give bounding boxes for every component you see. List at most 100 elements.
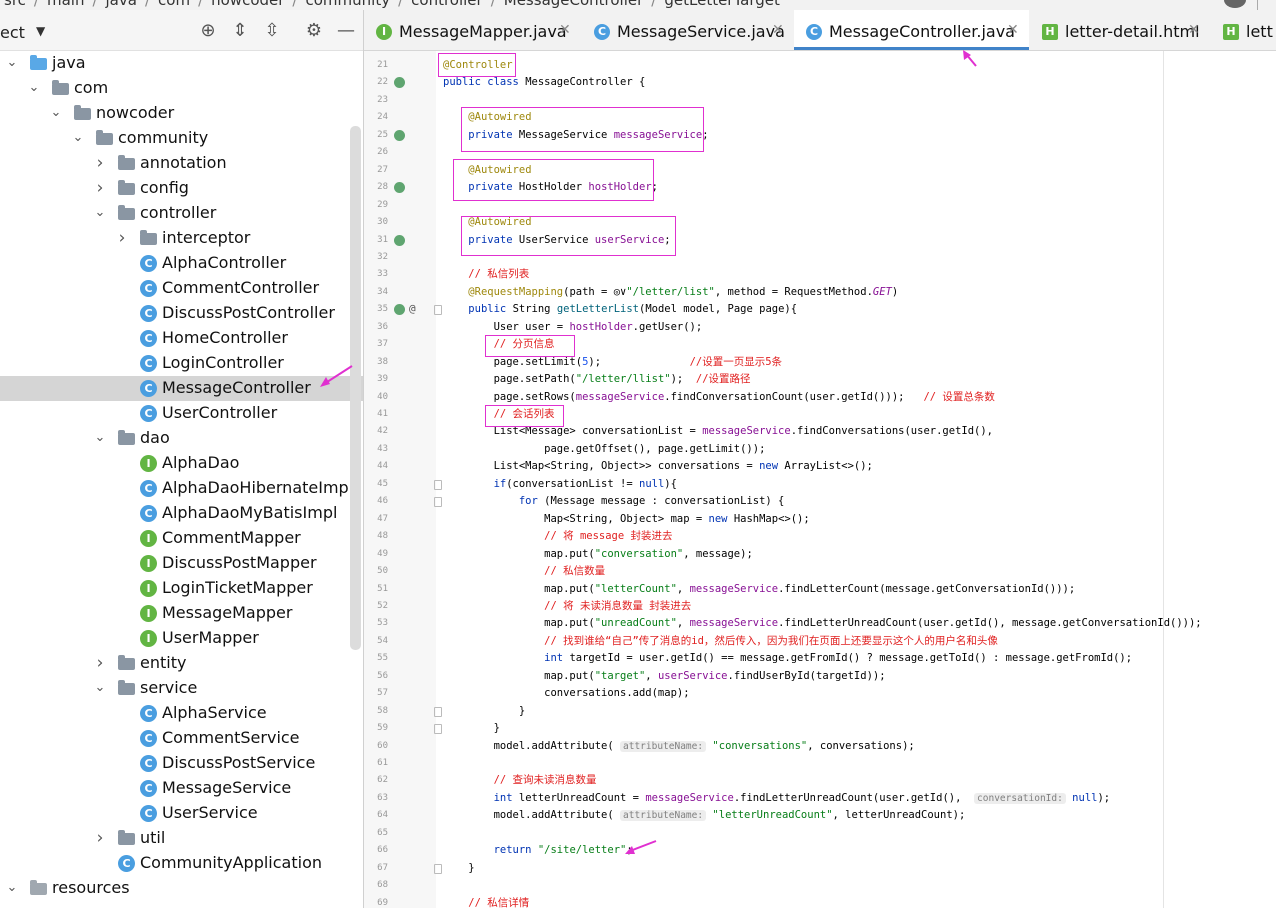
- spring-bean-icon[interactable]: [394, 182, 405, 194]
- package-icon: [118, 180, 135, 195]
- tree-item[interactable]: ⌄ com: [0, 76, 350, 101]
- expand-all-icon[interactable]: ⇕: [229, 20, 251, 42]
- tree-item[interactable]: C MessageController: [0, 376, 363, 401]
- code-token: User user =: [443, 320, 570, 333]
- tree-item[interactable]: ⌄ community: [0, 126, 350, 151]
- tree-item[interactable]: ⌄ service: [0, 676, 350, 701]
- tree-item[interactable]: ⌄ nowcoder: [0, 101, 350, 126]
- tree-item[interactable]: I LoginTicketMapper: [0, 576, 350, 601]
- fold-marker-icon[interactable]: [434, 479, 442, 490]
- chevron-down-icon[interactable]: ⌄: [27, 78, 41, 98]
- close-icon[interactable]: ✕: [1188, 22, 1200, 38]
- tree-item[interactable]: I CommentMapper: [0, 526, 350, 551]
- tree-item[interactable]: ⌄ resources: [0, 876, 350, 901]
- package-icon: [52, 80, 69, 95]
- tree-item[interactable]: › config: [0, 176, 350, 201]
- tree-item[interactable]: C HomeController: [0, 326, 350, 351]
- mapping-icon[interactable]: @: [409, 302, 416, 315]
- tree-item[interactable]: ⌄ controller: [0, 201, 350, 226]
- breadcrumb-item[interactable]: community: [305, 0, 390, 9]
- spring-bean-icon[interactable]: [394, 234, 405, 246]
- tree-item[interactable]: C UserController: [0, 401, 350, 426]
- editor-tab[interactable]: C MessageService.java ✕: [582, 10, 794, 50]
- tree-item[interactable]: C UserService: [0, 801, 350, 826]
- code-line: // 找到谁给“自己”传了消息的id，然后传入，因为我们在页面上还要显示这个人的…: [443, 634, 998, 648]
- class-icon: C: [140, 705, 157, 722]
- gear-icon[interactable]: ⚙: [303, 20, 325, 42]
- close-icon[interactable]: ✕: [1007, 22, 1019, 38]
- editor-tab[interactable]: Hlett: [1211, 10, 1276, 50]
- chevron-down-icon[interactable]: ⌄: [71, 128, 85, 148]
- breadcrumb-item[interactable]: main: [47, 0, 84, 9]
- tree-item[interactable]: › annotation: [0, 151, 350, 176]
- user-icon[interactable]: [1224, 0, 1246, 8]
- tree-item-label: AlphaDaoHibernateImpl: [162, 478, 354, 497]
- tree-item[interactable]: C AlphaService: [0, 701, 350, 726]
- chevron-right-icon[interactable]: ›: [93, 828, 107, 848]
- chevron-down-icon[interactable]: ⌄: [93, 428, 107, 448]
- fold-marker-icon[interactable]: [434, 497, 442, 508]
- spring-bean-icon[interactable]: [394, 129, 405, 141]
- breadcrumb-item[interactable]: com: [158, 0, 190, 9]
- editor-tab[interactable]: C MessageController.java ✕: [794, 10, 1029, 50]
- editor-tab[interactable]: Hletter-detail.html ✕: [1030, 10, 1210, 50]
- chevron-down-icon[interactable]: ⌄: [5, 878, 19, 898]
- tree-item[interactable]: C CommunityApplication: [0, 851, 350, 876]
- line-number: 28: [377, 182, 388, 193]
- project-view-selector[interactable]: ect: [0, 23, 25, 42]
- tree-item[interactable]: C DiscussPostService: [0, 751, 350, 776]
- collapse-all-icon[interactable]: ⇳: [261, 20, 283, 42]
- tree-item[interactable]: C DiscussPostController: [0, 301, 350, 326]
- tree-item[interactable]: C CommentController: [0, 276, 350, 301]
- chevron-right-icon[interactable]: ›: [115, 228, 129, 248]
- chevron-down-icon[interactable]: ⌄: [5, 53, 19, 73]
- close-icon[interactable]: ✕: [559, 22, 571, 38]
- tree-item-label: DiscussPostController: [162, 303, 335, 322]
- editor-tab[interactable]: I MessageMapper.java ✕: [364, 10, 581, 50]
- locate-icon[interactable]: ⊕: [197, 20, 219, 42]
- tree-item[interactable]: C AlphaDaoHibernateImpl: [0, 476, 354, 501]
- chevron-down-icon[interactable]: ⌄: [49, 103, 63, 123]
- tree-item[interactable]: C AlphaDaoMyBatisImpl: [0, 501, 350, 526]
- tree-item[interactable]: ⌄ dao: [0, 426, 350, 451]
- tree-item[interactable]: I AlphaDao: [0, 451, 350, 476]
- chevron-down-icon[interactable]: ⌄: [93, 678, 107, 698]
- tree-item[interactable]: I MessageMapper: [0, 601, 350, 626]
- tree-item[interactable]: I DiscussPostMapper: [0, 551, 350, 576]
- fold-marker-icon[interactable]: [434, 706, 442, 717]
- tree-item[interactable]: C CommentService: [0, 726, 350, 751]
- tree-item[interactable]: I UserMapper: [0, 626, 350, 651]
- chevron-down-icon[interactable]: ⌄: [93, 203, 107, 223]
- chevron-right-icon[interactable]: ›: [93, 178, 107, 198]
- breadcrumb-item[interactable]: getLetterTarget: [664, 0, 780, 9]
- code-line: page.getOffset(), page.getLimit());: [443, 442, 765, 456]
- tree-item[interactable]: › util: [0, 826, 350, 851]
- fold-marker-icon[interactable]: [434, 724, 442, 735]
- spring-bean-icon[interactable]: [394, 304, 405, 316]
- breadcrumb-item[interactable]: controller: [411, 0, 483, 9]
- chevron-right-icon[interactable]: ›: [93, 153, 107, 173]
- code-line: }: [443, 704, 525, 718]
- code-editor[interactable]: 21 22 23 24 25 26 27 28 29 30 31 32 33 34 35 @36 37 38 39 4…: [364, 51, 1276, 908]
- spring-bean-icon[interactable]: [394, 77, 405, 89]
- breadcrumb-item[interactable]: MessageController: [504, 0, 644, 9]
- tree-item[interactable]: › interceptor: [0, 226, 350, 251]
- tree-item[interactable]: › entity: [0, 651, 350, 676]
- fold-marker-icon[interactable]: [434, 305, 442, 316]
- tree-item[interactable]: C LoginController: [0, 351, 350, 376]
- close-icon[interactable]: ✕: [772, 22, 784, 38]
- package-icon: [96, 130, 113, 145]
- fold-marker-icon[interactable]: [434, 863, 442, 874]
- breadcrumb-item[interactable]: nowcoder: [211, 0, 284, 9]
- breadcrumb-item[interactable]: src: [4, 0, 26, 9]
- tree-item[interactable]: ⌄ java: [0, 51, 350, 76]
- tree-item[interactable]: C AlphaController: [0, 251, 350, 276]
- breadcrumb-item[interactable]: java: [106, 0, 137, 9]
- dropdown-caret-icon[interactable]: ▼: [36, 24, 45, 38]
- tree-item[interactable]: C MessageService: [0, 776, 350, 801]
- chevron-right-icon[interactable]: ›: [93, 653, 107, 673]
- hide-panel-icon[interactable]: —: [335, 20, 357, 42]
